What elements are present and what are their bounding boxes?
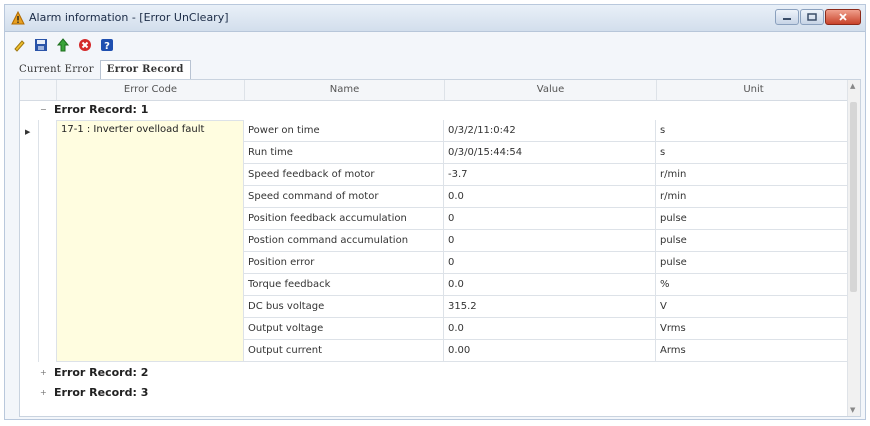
edit-button[interactable] [11, 37, 27, 53]
minimize-button[interactable] [775, 9, 799, 25]
scroll-up-icon[interactable]: ▲ [850, 82, 855, 90]
name-cell[interactable]: Position error [244, 252, 444, 274]
unit-cell[interactable]: pulse [656, 208, 850, 230]
value-cell[interactable]: 0/3/2/11:0:42 [444, 120, 656, 142]
close-icon [839, 13, 847, 21]
name-cell[interactable]: Torque feedback [244, 274, 444, 296]
group-row-error-record-2[interactable]: + Error Record: 2 [20, 363, 848, 383]
name-cell[interactable]: Power on time [244, 120, 444, 142]
upload-icon [56, 38, 70, 52]
unit-cell[interactable]: Vrms [656, 318, 850, 340]
unit-cell[interactable]: r/min [656, 164, 850, 186]
help-icon: ? [101, 39, 113, 52]
collapse-icon[interactable]: − [40, 100, 47, 120]
name-cell[interactable]: Speed feedback of motor [244, 164, 444, 186]
window-title: Alarm information - [Error UnCleary] [29, 11, 229, 24]
name-cell[interactable]: Speed command of motor [244, 186, 444, 208]
group-row-error-record-1[interactable]: − Error Record: 1 [20, 100, 848, 120]
name-cell[interactable]: DC bus voltage [244, 296, 444, 318]
name-cell[interactable]: Run time [244, 142, 444, 164]
expand-icon[interactable]: + [40, 363, 47, 383]
help-button[interactable]: ? [99, 37, 115, 53]
stop-icon [79, 39, 91, 51]
maximize-icon [807, 13, 817, 21]
value-cell[interactable]: 0/3/0/15:44:54 [444, 142, 656, 164]
error-code-cell[interactable]: 17-1 : Inverter ovelload fault [56, 120, 244, 362]
group-row-error-record-3[interactable]: + Error Record: 3 [20, 383, 848, 403]
toolbar: ? [11, 35, 115, 55]
value-cell[interactable]: 0.0 [444, 318, 656, 340]
name-cell[interactable]: Output voltage [244, 318, 444, 340]
error-record-grid: Error Code Name Value Unit − Error Recor… [19, 79, 861, 417]
unit-cell[interactable]: % [656, 274, 850, 296]
vertical-scrollbar[interactable]: ▲ ▼ [847, 80, 860, 416]
current-row-icon: ▶ [25, 128, 31, 136]
unit-cell[interactable]: pulse [656, 230, 850, 252]
value-cell[interactable]: 0 [444, 230, 656, 252]
header-unit[interactable]: Unit [656, 80, 850, 100]
header-row-selector [20, 80, 56, 100]
unit-cell[interactable]: s [656, 120, 850, 142]
name-cell[interactable]: Output current [244, 340, 444, 362]
unit-cell[interactable]: r/min [656, 186, 850, 208]
maximize-button[interactable] [800, 9, 824, 25]
value-cell[interactable]: 0.0 [444, 186, 656, 208]
value-cell[interactable]: 315.2 [444, 296, 656, 318]
unit-cell[interactable]: Arms [656, 340, 850, 362]
header-error-code[interactable]: Error Code [56, 80, 244, 100]
row-selector[interactable]: ▶ [20, 120, 39, 362]
save-button[interactable] [33, 37, 49, 53]
save-icon [35, 39, 47, 51]
value-cell[interactable]: 0 [444, 252, 656, 274]
grid-header: Error Code Name Value Unit [20, 80, 848, 101]
header-name[interactable]: Name [244, 80, 444, 100]
title-bar: Alarm information - [Error UnCleary] [5, 5, 865, 32]
svg-text:?: ? [104, 41, 110, 52]
stop-button[interactable] [77, 37, 93, 53]
name-cell[interactable]: Position feedback accumulation [244, 208, 444, 230]
alarm-information-window: Alarm information - [Error UnCleary] ? C… [4, 4, 866, 420]
tab-error-record[interactable]: Error Record [99, 60, 191, 79]
value-cell[interactable]: -3.7 [444, 164, 656, 186]
window-controls [775, 9, 861, 25]
edit-icon [14, 40, 25, 52]
group-label: Error Record: 1 [54, 103, 149, 116]
warning-icon [11, 11, 25, 25]
close-button[interactable] [825, 9, 861, 25]
tab-current-error[interactable]: Current Error [13, 61, 100, 79]
header-value[interactable]: Value [444, 80, 656, 100]
scroll-down-icon[interactable]: ▼ [850, 406, 855, 414]
upload-button[interactable] [55, 37, 71, 53]
value-cell[interactable]: 0 [444, 208, 656, 230]
tab-strip: Current Error Error Record [13, 60, 191, 79]
unit-cell[interactable]: pulse [656, 252, 850, 274]
expand-icon[interactable]: + [40, 383, 47, 403]
group-label: Error Record: 3 [54, 386, 149, 399]
name-cell[interactable]: Postion command accumulation [244, 230, 444, 252]
value-cell[interactable]: 0.0 [444, 274, 656, 296]
minimize-icon [783, 18, 791, 20]
group-label: Error Record: 2 [54, 366, 149, 379]
unit-cell[interactable]: s [656, 142, 850, 164]
value-cell[interactable]: 0.00 [444, 340, 656, 362]
unit-cell[interactable]: V [656, 296, 850, 318]
scroll-thumb[interactable] [850, 102, 857, 292]
